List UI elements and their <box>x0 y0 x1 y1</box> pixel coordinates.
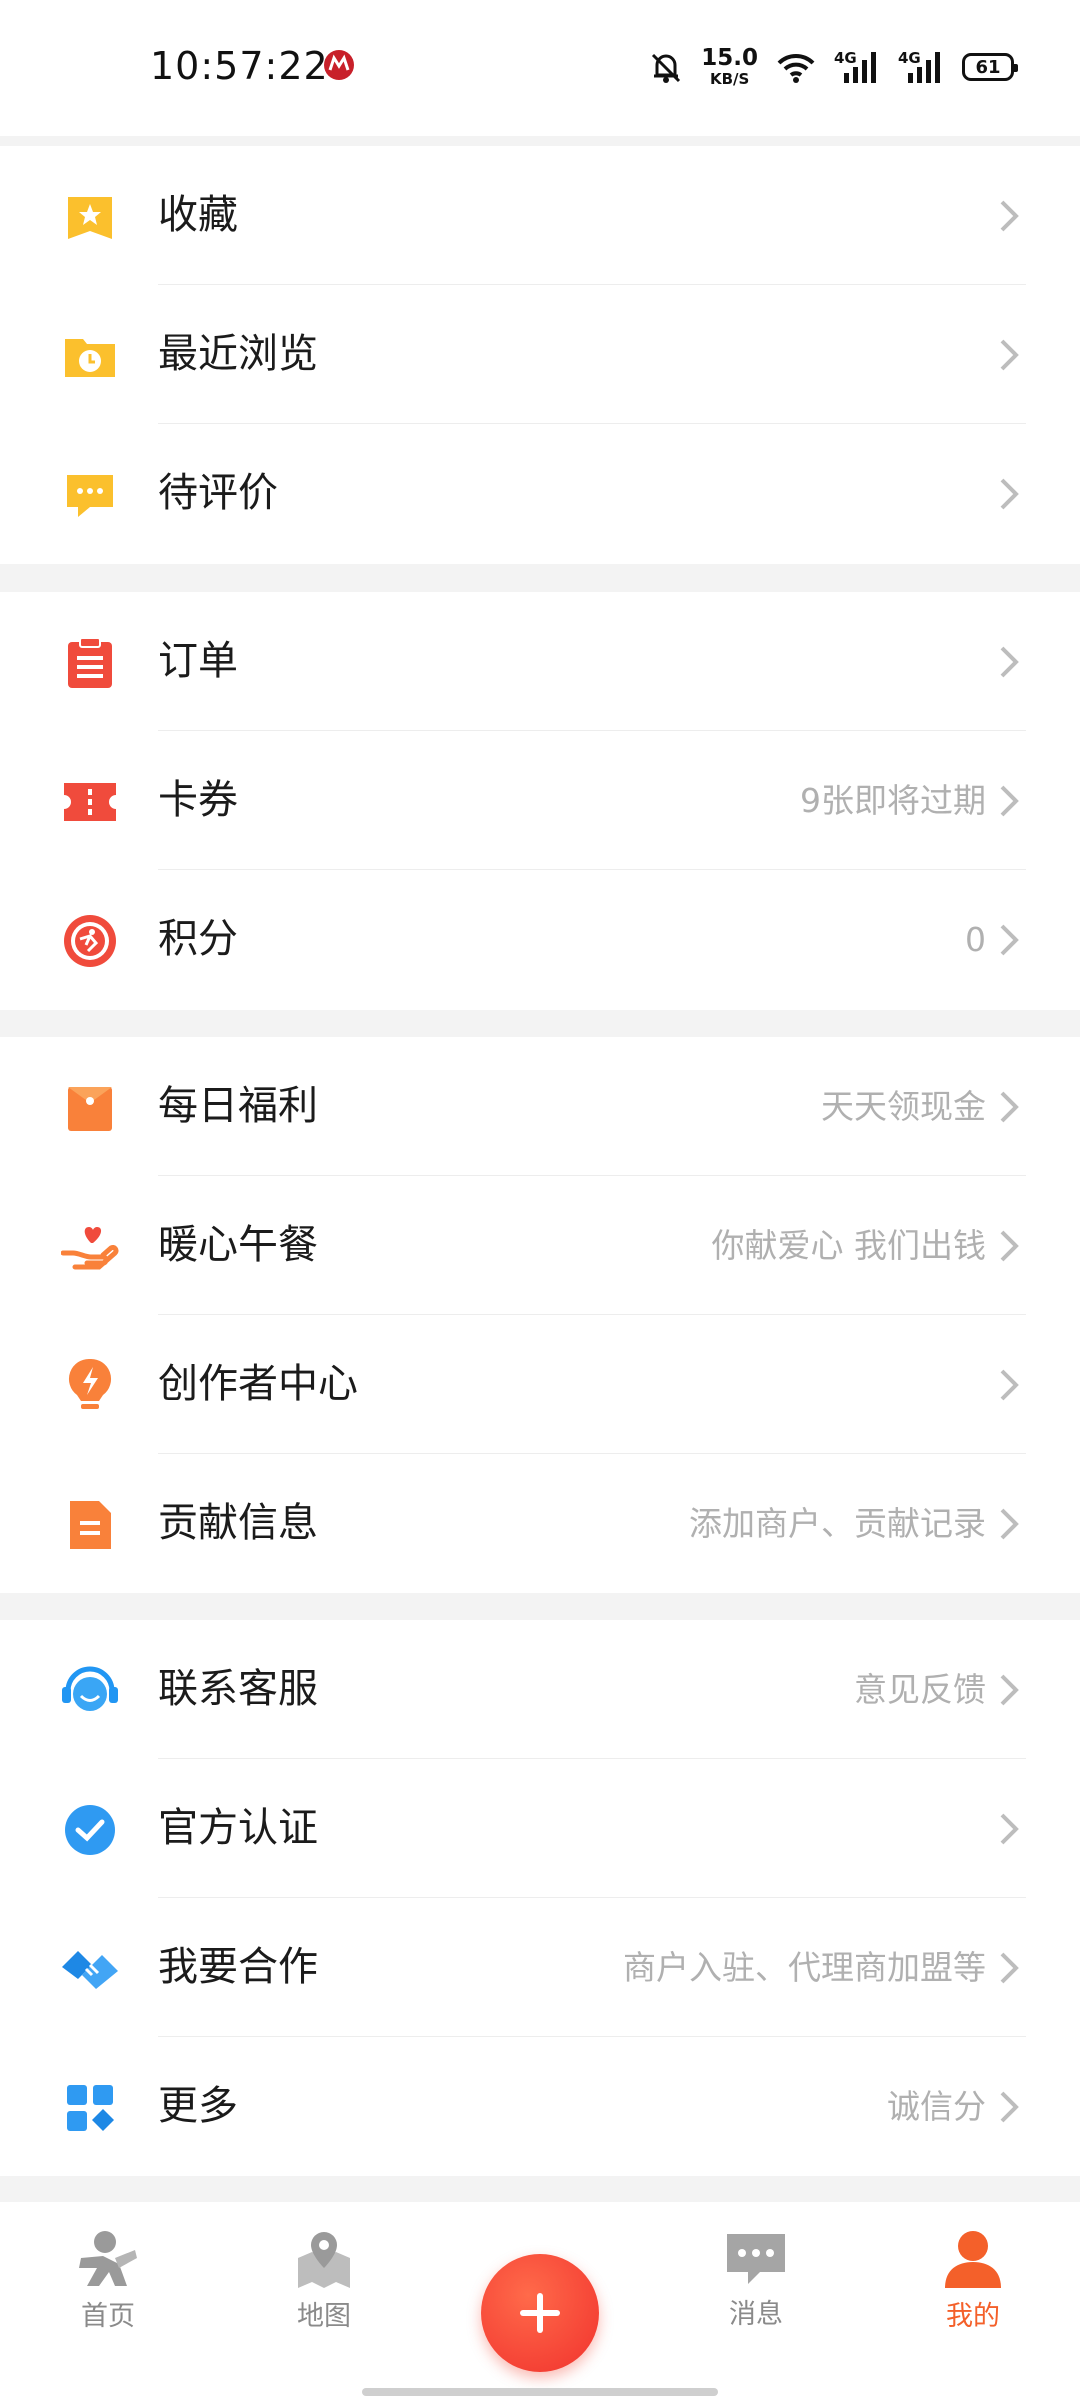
app-notification-icon <box>324 50 354 80</box>
tab-map[interactable]: 地图 <box>254 2228 394 2378</box>
chevron-right-icon <box>1000 1952 1019 1984</box>
menu-item-warm-lunch[interactable]: 暖心午餐 你献爱心 我们出钱 <box>0 1176 1080 1315</box>
chevron-right-icon <box>1000 478 1019 510</box>
chevron-right-icon <box>1000 1508 1019 1540</box>
plus-icon <box>520 2293 560 2333</box>
wifi-icon <box>777 53 815 83</box>
menu-section-2: 订单 卡券 9张即将过期 积分 0 <box>0 592 1080 1010</box>
chevron-right-icon <box>1000 1230 1019 1262</box>
tab-home[interactable]: 首页 <box>38 2228 178 2378</box>
bell-muted-icon <box>652 53 681 83</box>
menu-section-1: 收藏 最近浏览 待评价 <box>0 146 1080 564</box>
status-bar: 10:57:22 15.0 KB/S 4G 4G 61 <box>0 0 1080 136</box>
chevron-right-icon <box>1000 200 1019 232</box>
menu-item-contribution[interactable]: 贡献信息 添加商户、贡献记录 <box>0 1454 1080 1593</box>
home-mascot-icon <box>79 2231 137 2286</box>
status-icons: 15.0 KB/S 4G 4G 61 <box>649 44 1018 90</box>
menu-section-4: 联系客服 意见反馈 官方认证 我要合作 商户入驻、代理商加盟等 更多 诚信分 <box>0 1620 1080 2176</box>
menu-item-cooperation[interactable]: 我要合作 商户入驻、代理商加盟等 <box>0 1898 1080 2037</box>
tab-messages[interactable]: 消息 <box>686 2228 826 2378</box>
comment-bubble-icon <box>60 465 120 525</box>
chevron-right-icon <box>1000 646 1019 678</box>
add-post-button[interactable] <box>481 2254 599 2372</box>
menu-item-favorites[interactable]: 收藏 <box>0 146 1080 285</box>
clipboard-order-icon <box>60 633 120 693</box>
message-bubble-icon <box>727 2234 785 2284</box>
menu-item-daily-welfare[interactable]: 每日福利 天天领现金 <box>0 1037 1080 1176</box>
folder-clock-icon <box>60 326 120 386</box>
lightbulb-bolt-icon <box>60 1356 120 1416</box>
chevron-right-icon <box>1000 339 1019 371</box>
chevron-right-icon <box>1000 1369 1019 1401</box>
signal-sim2-icon: 4G <box>898 49 944 85</box>
menu-item-points[interactable]: 积分 0 <box>0 870 1080 1009</box>
battery-icon: 61 <box>962 53 1018 81</box>
menu-section-3: 每日福利 天天领现金 暖心午餐 你献爱心 我们出钱 创作者中心 贡献信息 添加商… <box>0 1037 1080 1593</box>
star-bookmark-icon <box>60 187 120 247</box>
menu-item-creator-center[interactable]: 创作者中心 <box>0 1315 1080 1454</box>
check-verified-icon <box>60 1800 120 1860</box>
menu-item-official-verification[interactable]: 官方认证 <box>0 1759 1080 1898</box>
menu-item-recent[interactable]: 最近浏览 <box>0 285 1080 424</box>
profile-page: 10:57:22 15.0 KB/S 4G 4G 61 收藏 最近浏览 待评价 … <box>0 0 1080 2400</box>
menu-item-coupons[interactable]: 卡券 9张即将过期 <box>0 731 1080 870</box>
net-speed: 15.0 KB/S <box>701 45 758 88</box>
chevron-right-icon <box>1000 2091 1019 2123</box>
signal-sim1-icon: 4G <box>834 49 880 85</box>
points-badge-icon <box>60 911 120 971</box>
menu-item-more[interactable]: 更多 诚信分 <box>0 2037 1080 2176</box>
status-time: 10:57:22 <box>150 44 329 88</box>
chevron-right-icon <box>1000 924 1019 956</box>
home-indicator[interactable] <box>362 2388 718 2396</box>
red-envelope-icon <box>60 1078 120 1138</box>
chevron-right-icon <box>1000 1091 1019 1123</box>
heart-hand-icon <box>60 1217 120 1277</box>
menu-item-to-review[interactable]: 待评价 <box>0 424 1080 563</box>
map-pin-icon <box>298 2232 350 2288</box>
menu-item-customer-service[interactable]: 联系客服 意见反馈 <box>0 1620 1080 1759</box>
user-profile-icon <box>945 2231 1001 2288</box>
chevron-right-icon <box>1000 785 1019 817</box>
menu-item-orders[interactable]: 订单 <box>0 592 1080 731</box>
ticket-icon <box>60 772 120 832</box>
chevron-right-icon <box>1000 1674 1019 1706</box>
handshake-icon <box>60 1939 120 1999</box>
tab-mine[interactable]: 我的 <box>903 2228 1043 2378</box>
headset-service-icon <box>60 1661 120 1721</box>
grid-more-icon <box>60 2078 120 2138</box>
document-contribute-icon <box>60 1495 120 1555</box>
chevron-right-icon <box>1000 1813 1019 1845</box>
